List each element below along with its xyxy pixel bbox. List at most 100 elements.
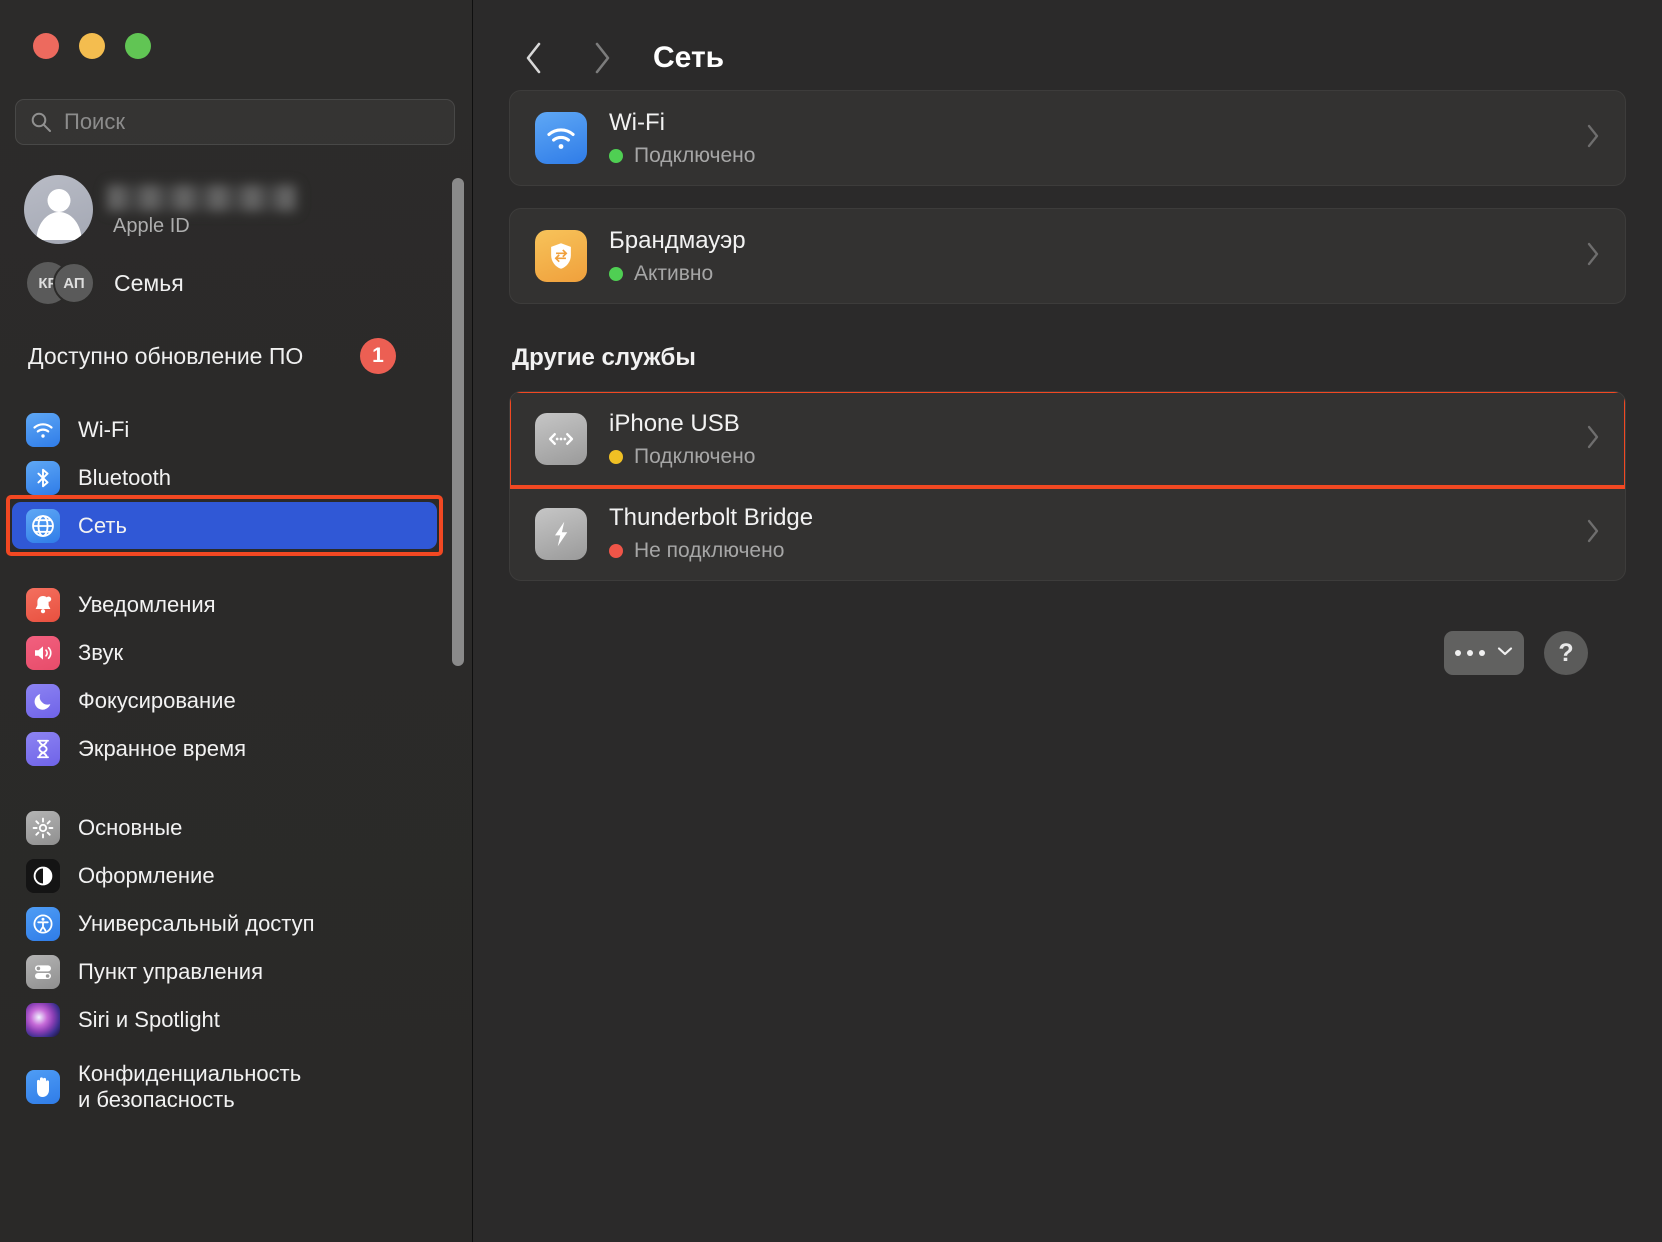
account-subtitle: Apple ID [113,215,190,237]
bluetooth-icon [26,460,60,495]
chevron-right-icon[interactable] [1585,122,1601,155]
sidebar-item-label: Экранное время [78,735,246,761]
service-name: iPhone USB [609,409,740,437]
software-update-badge: 1 [360,338,396,374]
sliders-icon [26,954,60,989]
sidebar-item-sound[interactable]: Звук [12,629,437,676]
chevron-right-icon[interactable] [1585,240,1601,273]
sidebar-item-appearance[interactable]: Оформление [12,852,437,899]
software-update-row[interactable]: Доступно обновление ПО 1 [28,338,428,374]
search-input[interactable] [64,109,440,135]
more-options-button[interactable] [1444,631,1524,675]
zoom-button[interactable] [125,33,151,59]
siri-icon [26,1002,60,1037]
wifi-card: Wi-Fi Подключено [509,90,1626,186]
sidebar-item-label: Основные [78,814,183,840]
other-services-heading: Другие службы [512,344,696,371]
family-row[interactable]: КР АП Семья [27,262,184,304]
apple-id-account-row[interactable]: Apple ID [24,175,190,244]
service-name: Thunderbolt Bridge [609,504,814,531]
sidebar-scrollbar[interactable] [452,178,464,666]
sidebar-group-divider [0,550,455,580]
service-row-thunderbolt-bridge[interactable]: Thunderbolt Bridge Не подключено [510,486,1625,580]
sidebar-item-privacy-security[interactable]: Конфиденциальность и безопасность [12,1044,437,1130]
sidebar-item-label: Wi-Fi [78,416,130,442]
service-name: Брандмауэр [609,226,746,254]
speaker-icon [26,635,60,670]
ellipsis-icon [1454,650,1485,656]
bell-icon [26,587,60,622]
account-name [113,181,190,208]
sidebar-item-bluetooth[interactable]: Bluetooth [12,454,437,501]
thunderbolt-icon [535,507,587,560]
sidebar-item-label: Bluetooth [78,464,171,490]
sidebar-group-divider [0,773,455,803]
sidebar-item-wifi[interactable]: Wi-Fi [12,406,437,453]
help-button[interactable]: ? [1544,631,1588,675]
family-avatars: КР АП [27,262,95,304]
forward-button[interactable] [579,35,625,81]
status-dot [609,148,623,163]
sidebar-nav: Wi-Fi Bluetooth Сеть Уведомления Звук Фо… [0,405,455,1131]
content-area: Wi-Fi Подключено Брандмауэр Активно Друг… [473,90,1662,675]
chevron-right-icon[interactable] [1585,423,1601,456]
footer-actions: ? [509,603,1626,675]
service-status: Не подключено [609,539,1585,563]
sidebar-item-label: Фокусирование [78,687,236,713]
service-status-text: Активно [634,261,714,285]
system-settings-window: Apple ID КР АП Семья Доступно обновление… [0,0,1662,1242]
status-dot [609,266,623,281]
service-row-iphone-usb[interactable]: iPhone USB Подключено [510,392,1625,489]
sidebar-item-label: Звук [78,639,124,665]
sidebar-item-notifications[interactable]: Уведомления [12,581,437,628]
other-services-card: iPhone USB Подключено Thunderbolt Bridge… [509,391,1626,581]
search-field[interactable] [15,99,455,145]
globe-icon [26,508,60,543]
service-status-text: Подключено [634,143,756,167]
chevron-down-icon [1496,644,1514,662]
firewall-card: Брандмауэр Активно [509,208,1626,304]
sidebar-item-label: Siri и Spotlight [78,1006,220,1032]
sidebar-item-label: Оформление [78,862,215,888]
sidebar-item-label: Уведомления [78,591,216,617]
hand-icon [26,1070,60,1104]
appearance-icon [26,858,60,893]
accessibility-icon [26,906,60,941]
main-header: Сеть [473,0,1662,90]
avatar [24,175,93,244]
sidebar-item-screen-time[interactable]: Экранное время [12,725,437,772]
moon-icon [26,683,60,718]
main-content: Сеть Wi-Fi Подключено Брандмауэр Активно… [473,0,1662,1242]
sidebar-item-focus[interactable]: Фокусирование [12,677,437,724]
close-button[interactable] [33,33,59,59]
service-row-wifi[interactable]: Wi-Fi Подключено [510,91,1625,185]
firewall-icon [535,230,587,282]
service-row-firewall[interactable]: Брандмауэр Активно [510,209,1625,303]
sidebar-item-general[interactable]: Основные [12,804,437,851]
sidebar: Apple ID КР АП Семья Доступно обновление… [0,0,473,1242]
sidebar-item-siri-spotlight[interactable]: Siri и Spotlight [12,996,437,1043]
chevron-right-icon[interactable] [1585,517,1601,550]
service-status: Подключено [609,445,1585,469]
status-dot [609,544,623,558]
status-dot [609,449,623,464]
family-avatar-2: АП [53,262,95,304]
service-status-text: Не подключено [634,539,785,562]
sidebar-item-control-center[interactable]: Пункт управления [12,948,437,995]
service-status-text: Подключено [634,444,756,468]
page-title: Сеть [653,41,725,74]
minimize-button[interactable] [79,33,105,59]
gear-icon [26,810,60,845]
software-update-label: Доступно обновление ПО [28,342,304,369]
sidebar-item-label: Пункт управления [78,958,264,984]
sidebar-item-label: Сеть [78,512,127,538]
sidebar-item-accessibility[interactable]: Универсальный доступ [12,900,437,947]
service-status: Активно [609,262,1585,286]
back-button[interactable] [511,35,557,81]
sidebar-item-network[interactable]: Сеть [6,495,443,556]
usb-bridge-icon [535,413,587,465]
wifi-icon [26,412,60,447]
family-label: Семья [114,269,184,296]
hourglass-icon [26,731,60,766]
sidebar-item-label: Конфиденциальность и безопасность [78,1061,302,1112]
